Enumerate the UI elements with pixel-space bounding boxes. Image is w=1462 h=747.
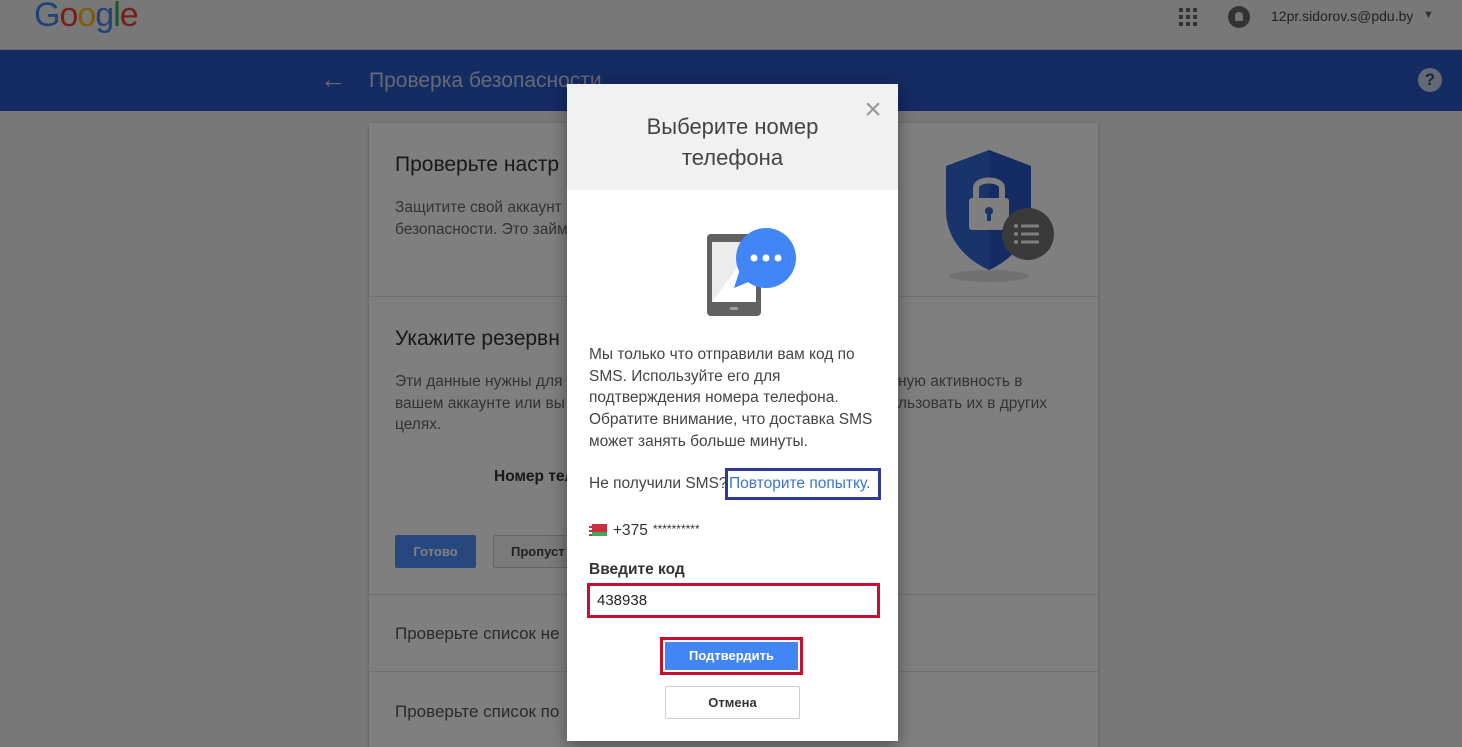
cancel-button[interactable]: Отмена — [665, 686, 800, 719]
belarus-flag-icon — [589, 524, 607, 536]
sms-phone-illustration-icon — [707, 228, 796, 316]
phone-prefix: +375 — [613, 522, 648, 539]
verification-code-input[interactable] — [587, 583, 880, 618]
code-label: Введите код — [589, 561, 685, 578]
confirm-button-label[interactable]: Подтвердить — [665, 642, 798, 670]
dialog-title: Выберите номер телефона — [646, 114, 819, 170]
dialog-header: Выберите номер телефона × — [567, 84, 898, 190]
resend-code-link[interactable]: Повторите попытку. — [725, 468, 881, 500]
phone-masked: ********** — [652, 522, 700, 536]
sms-sent-message: Мы только что отправили вам код по SMS. … — [589, 346, 873, 450]
close-icon[interactable]: × — [861, 95, 885, 125]
phone-number-row: +375 ********** — [589, 522, 700, 540]
confirm-button[interactable]: Подтвердить — [660, 637, 803, 675]
verify-phone-dialog: Выберите номер телефона × Мы только что … — [567, 84, 898, 741]
no-sms-text: Не получили SMS? — [589, 475, 728, 492]
